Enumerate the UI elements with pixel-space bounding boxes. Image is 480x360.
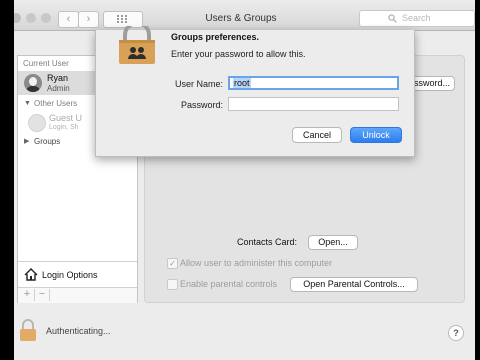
login-options-item[interactable]: Login Options xyxy=(18,261,137,288)
forward-button[interactable]: › xyxy=(78,11,99,28)
add-user-button[interactable]: + xyxy=(20,289,35,301)
username-label: User Name: xyxy=(174,79,223,89)
search-field[interactable]: Search xyxy=(359,10,475,27)
open-contacts-card-button[interactable]: Open... xyxy=(308,235,358,250)
allow-admin-checkbox[interactable]: ✓ xyxy=(167,258,178,269)
guest-avatar xyxy=(28,114,46,132)
authentication-dialog: Groups preferences. Enter your password … xyxy=(95,26,415,157)
back-button[interactable]: ‹ xyxy=(58,11,79,28)
checkmark-icon: ✓ xyxy=(169,259,176,268)
avatar xyxy=(24,74,42,92)
guest-user-subtitle: Login, Sh xyxy=(49,124,79,131)
disclosure-triangle-icon[interactable]: ▼ xyxy=(24,100,31,107)
search-icon xyxy=(388,14,397,23)
user-name: Ryan xyxy=(47,73,69,83)
authenticating-status: Authenticating... xyxy=(46,326,111,336)
parental-controls-checkbox[interactable] xyxy=(167,279,178,290)
dialog-message: Enter your password to allow this. xyxy=(171,49,306,59)
lock-icon xyxy=(119,26,155,64)
remove-user-button[interactable]: − xyxy=(35,289,50,301)
title-bar: ‹ › Users & Groups Search xyxy=(14,0,475,31)
allow-admin-label: Allow user to administer this computer xyxy=(180,258,333,268)
dialog-title: Groups preferences. xyxy=(171,32,260,42)
open-parental-controls-button[interactable]: Open Parental Controls... xyxy=(290,277,418,292)
disclosure-triangle-icon[interactable]: ▶ xyxy=(24,137,29,145)
close-button[interactable] xyxy=(14,13,21,23)
password-label: Password: xyxy=(180,100,223,110)
sidebar-item-groups[interactable]: Groups xyxy=(34,137,60,146)
minimize-button[interactable] xyxy=(26,13,36,23)
users-groups-window: ‹ › Users & Groups Search Current User R xyxy=(14,0,475,360)
user-role: Admin xyxy=(47,84,70,93)
lock-icon[interactable] xyxy=(18,318,38,342)
grid-icon xyxy=(117,15,127,23)
cancel-button[interactable]: Cancel xyxy=(292,127,342,143)
zoom-button[interactable] xyxy=(41,13,51,23)
password-field[interactable] xyxy=(228,97,399,111)
sidebar-toolbar: + − xyxy=(18,287,137,303)
window-title: Users & Groups xyxy=(205,13,277,24)
guest-user-name[interactable]: Guest U xyxy=(49,113,82,123)
login-options-label: Login Options xyxy=(42,270,98,280)
current-user-heading: Current User xyxy=(23,59,69,68)
username-value: root xyxy=(233,78,251,88)
other-users-heading: Other Users xyxy=(34,99,78,108)
unlock-button[interactable]: Unlock xyxy=(350,127,402,143)
contacts-card-label: Contacts Card: xyxy=(237,237,298,247)
parental-controls-label: Enable parental controls xyxy=(180,279,278,289)
search-placeholder: Search xyxy=(402,13,431,23)
house-icon xyxy=(24,268,38,281)
username-field[interactable]: root xyxy=(228,76,399,90)
help-button[interactable]: ? xyxy=(448,325,464,341)
